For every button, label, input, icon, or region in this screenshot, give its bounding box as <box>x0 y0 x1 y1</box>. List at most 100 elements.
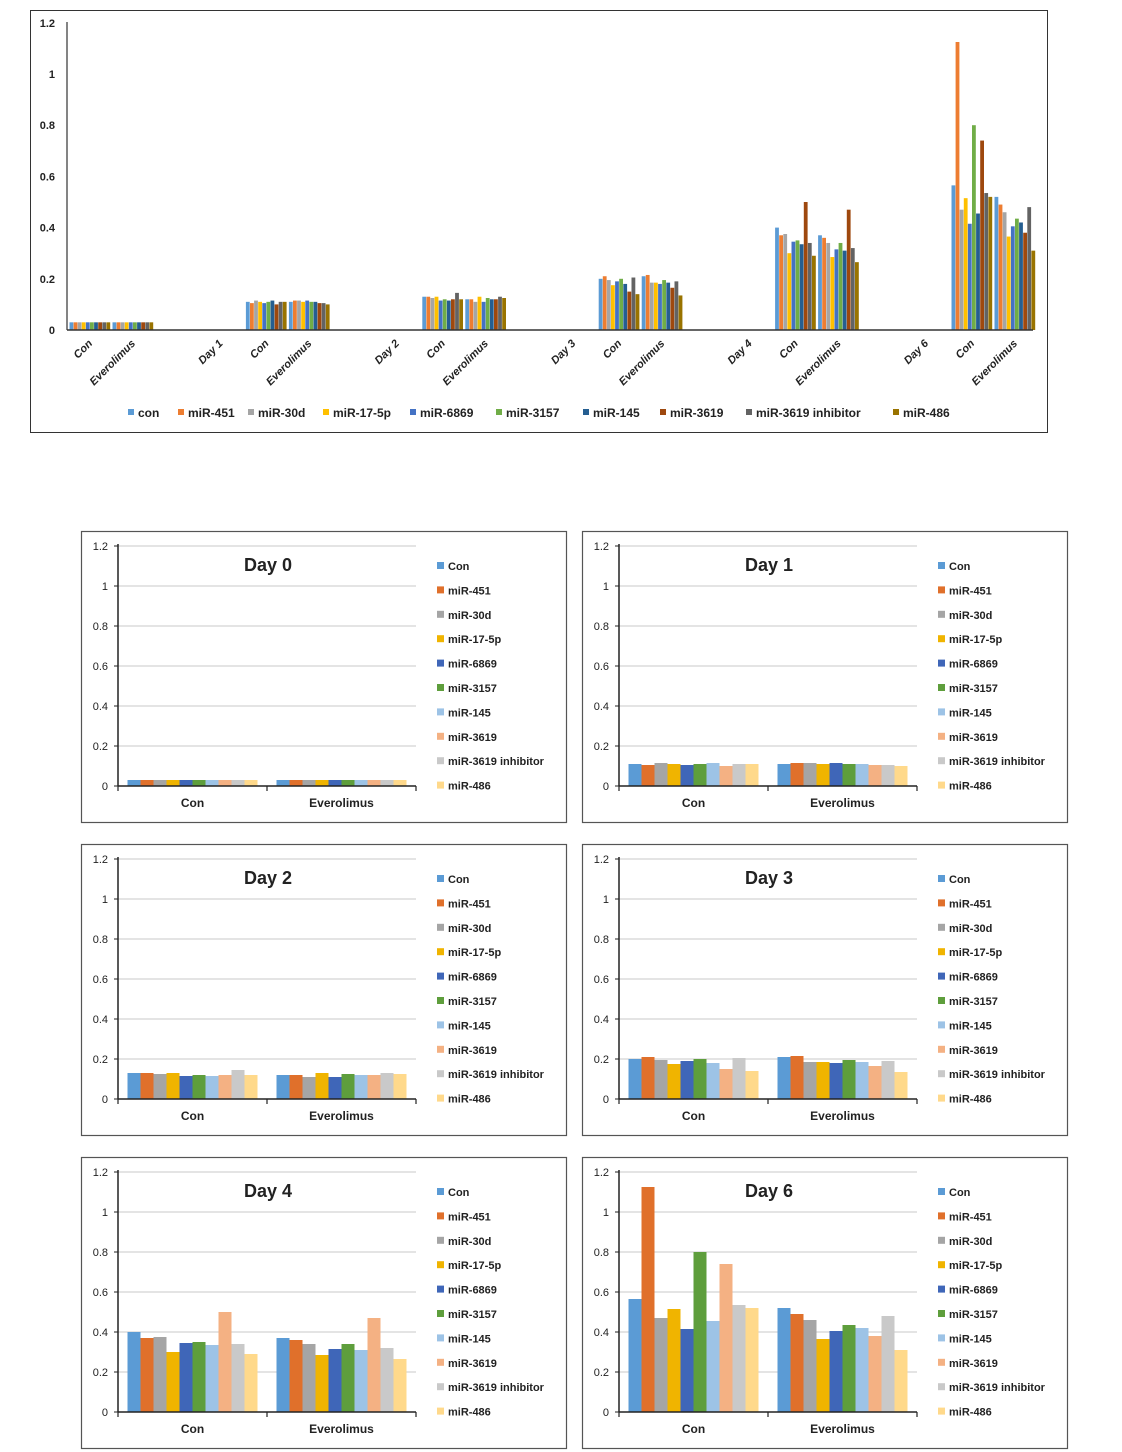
legend-label: miR-145 <box>949 707 992 719</box>
x-category-label: Everolimus <box>810 1422 875 1436</box>
bar-miR-486-everolimus <box>894 1072 908 1099</box>
bar-miR-30d-everolimus <box>803 763 817 786</box>
legend-swatch <box>938 875 945 882</box>
y-tick-label: 0.6 <box>40 171 55 183</box>
bar-miR-3619-inhibitor-16 <box>1027 207 1032 330</box>
bar-miR-6869-4 <box>305 300 310 330</box>
bar-miR-3157-con <box>192 780 206 786</box>
legend-label: miR-3619 inhibitor <box>949 756 1046 768</box>
bar-miR-486-12 <box>812 255 816 330</box>
bar-miR-145-3 <box>270 300 275 330</box>
bar-miR-145-con <box>205 780 219 786</box>
y-tick-label: 1 <box>603 581 609 593</box>
legend-swatch <box>938 899 945 907</box>
bar-miR-145-9 <box>623 283 628 330</box>
legend-label: miR-17-5p <box>333 406 391 420</box>
y-tick-label: 0.2 <box>93 741 108 753</box>
bar-con-7 <box>465 299 470 330</box>
y-tick-label: 0.8 <box>594 934 609 946</box>
bar-miR-6869-0 <box>85 322 90 330</box>
bar-miR-6869-everolimus <box>328 780 342 786</box>
bar-miR-17-5p-3 <box>258 301 262 330</box>
panel-chart-day-3: 0 0.2 0.4 0.6 0.8 1 1.2 Con Everolimus Day 3 Con mi… <box>581 843 1069 1137</box>
legend-label: miR-3619 inhibitor <box>949 1382 1046 1394</box>
y-tick-label: 1 <box>603 1207 609 1219</box>
bar-miR-145-everolimus <box>354 1075 368 1099</box>
bar-miR-6869-6 <box>438 300 443 330</box>
bar-miR-3619-everolimus <box>367 1318 381 1412</box>
legend-swatch <box>938 923 945 931</box>
legend-swatch <box>437 875 444 882</box>
panel-chart-day-2: 0 0.2 0.4 0.6 0.8 1 1.2 Con Everolimus Day 2 Con mi… <box>80 843 568 1137</box>
y-tick-label: 0.6 <box>594 661 609 673</box>
bar-miR-30d-16 <box>1002 212 1007 330</box>
legend-label: miR-6869 <box>420 406 474 420</box>
bar-miR-17-5p-con <box>166 780 180 786</box>
legend-swatch <box>938 1236 945 1244</box>
bar-miR-6869-everolimus <box>829 763 843 786</box>
bar-miR-3619-everolimus <box>367 780 381 786</box>
legend-label: miR-17-5p <box>448 1260 501 1272</box>
bar-miR-6869-7 <box>481 301 486 330</box>
legend-swatch <box>437 781 444 789</box>
y-tick-label: 1.2 <box>93 541 108 553</box>
legend-swatch <box>893 409 899 415</box>
bar-miR-451-everolimus <box>790 1314 804 1412</box>
bar-miR-3619-everolimus <box>868 1066 882 1099</box>
legend-swatch <box>938 1094 945 1102</box>
bar-miR-17-5p-10 <box>654 282 658 330</box>
legend-swatch <box>938 1358 945 1366</box>
legend-swatch <box>496 409 502 415</box>
bar-miR-3619-inhibitor-6 <box>455 292 459 330</box>
bar-miR-17-5p-13 <box>830 257 835 330</box>
bar-miR-451-9 <box>602 276 607 330</box>
bar-miR-30d-con <box>654 1318 668 1412</box>
bar-miR-17-5p-16 <box>1006 236 1011 330</box>
legend-swatch <box>938 1045 945 1053</box>
bar-miR-451-everolimus <box>289 780 303 786</box>
legend-label: miR-3619 <box>949 1045 998 1057</box>
legend-swatch <box>938 610 945 618</box>
bar-miR-3619-inhibitor-con <box>732 1305 746 1412</box>
y-tick-label: 0.4 <box>594 701 609 713</box>
bar-miR-3619-inhibitor-everolimus <box>881 765 895 786</box>
x-category-label: Con <box>181 1109 204 1123</box>
bar-miR-6869-1 <box>128 322 133 330</box>
legend-swatch <box>437 923 444 931</box>
legend-label: miR-451 <box>949 585 992 597</box>
bar-miR-3157-9 <box>619 278 623 330</box>
bar-miR-17-5p-1 <box>124 322 129 330</box>
legend-swatch <box>437 732 444 740</box>
bar-con-16 <box>994 196 999 330</box>
legend-swatch <box>437 997 444 1004</box>
bar-miR-486-con <box>745 1071 759 1099</box>
bar-con-3 <box>245 301 250 330</box>
bar-miR-3157-everolimus <box>842 1325 856 1412</box>
x-category-label: Everolimus <box>309 796 374 810</box>
y-tick-label: 0.8 <box>93 621 108 633</box>
legend-swatch <box>938 1334 945 1342</box>
legend-swatch <box>437 757 444 765</box>
legend-label: Con <box>448 874 470 886</box>
y-tick-label: 1.2 <box>40 18 55 30</box>
legend-swatch <box>437 1021 444 1029</box>
bar-miR-145-4 <box>313 301 318 330</box>
y-tick-label: 0.6 <box>594 1287 609 1299</box>
bar-miR-451-con <box>140 780 154 786</box>
legend-swatch <box>437 684 444 691</box>
bar-miR-3157-con <box>693 764 707 786</box>
bar-miR-30d-9 <box>606 280 611 330</box>
bar-miR-3619-13 <box>846 209 851 330</box>
bar-miR-17-5p-con <box>667 1064 681 1099</box>
legend-label: miR-486 <box>949 1094 992 1106</box>
bar-miR-486-7 <box>502 298 506 330</box>
bar-miR-451-3 <box>250 303 254 330</box>
legend-label: miR-6869 <box>448 1285 497 1297</box>
y-tick-label: 0 <box>49 325 55 337</box>
legend-label: miR-145 <box>949 1020 992 1032</box>
bar-miR-145-everolimus <box>354 780 368 786</box>
legend-label: miR-30d <box>448 1236 491 1248</box>
charts-canvas: 0 0.2 0.4 0.6 0.8 1 1.2 Con Everolimus Day 1 Con Ev… <box>30 10 1069 1450</box>
bar-miR-3619-con <box>719 1069 733 1099</box>
legend-swatch <box>938 586 945 594</box>
